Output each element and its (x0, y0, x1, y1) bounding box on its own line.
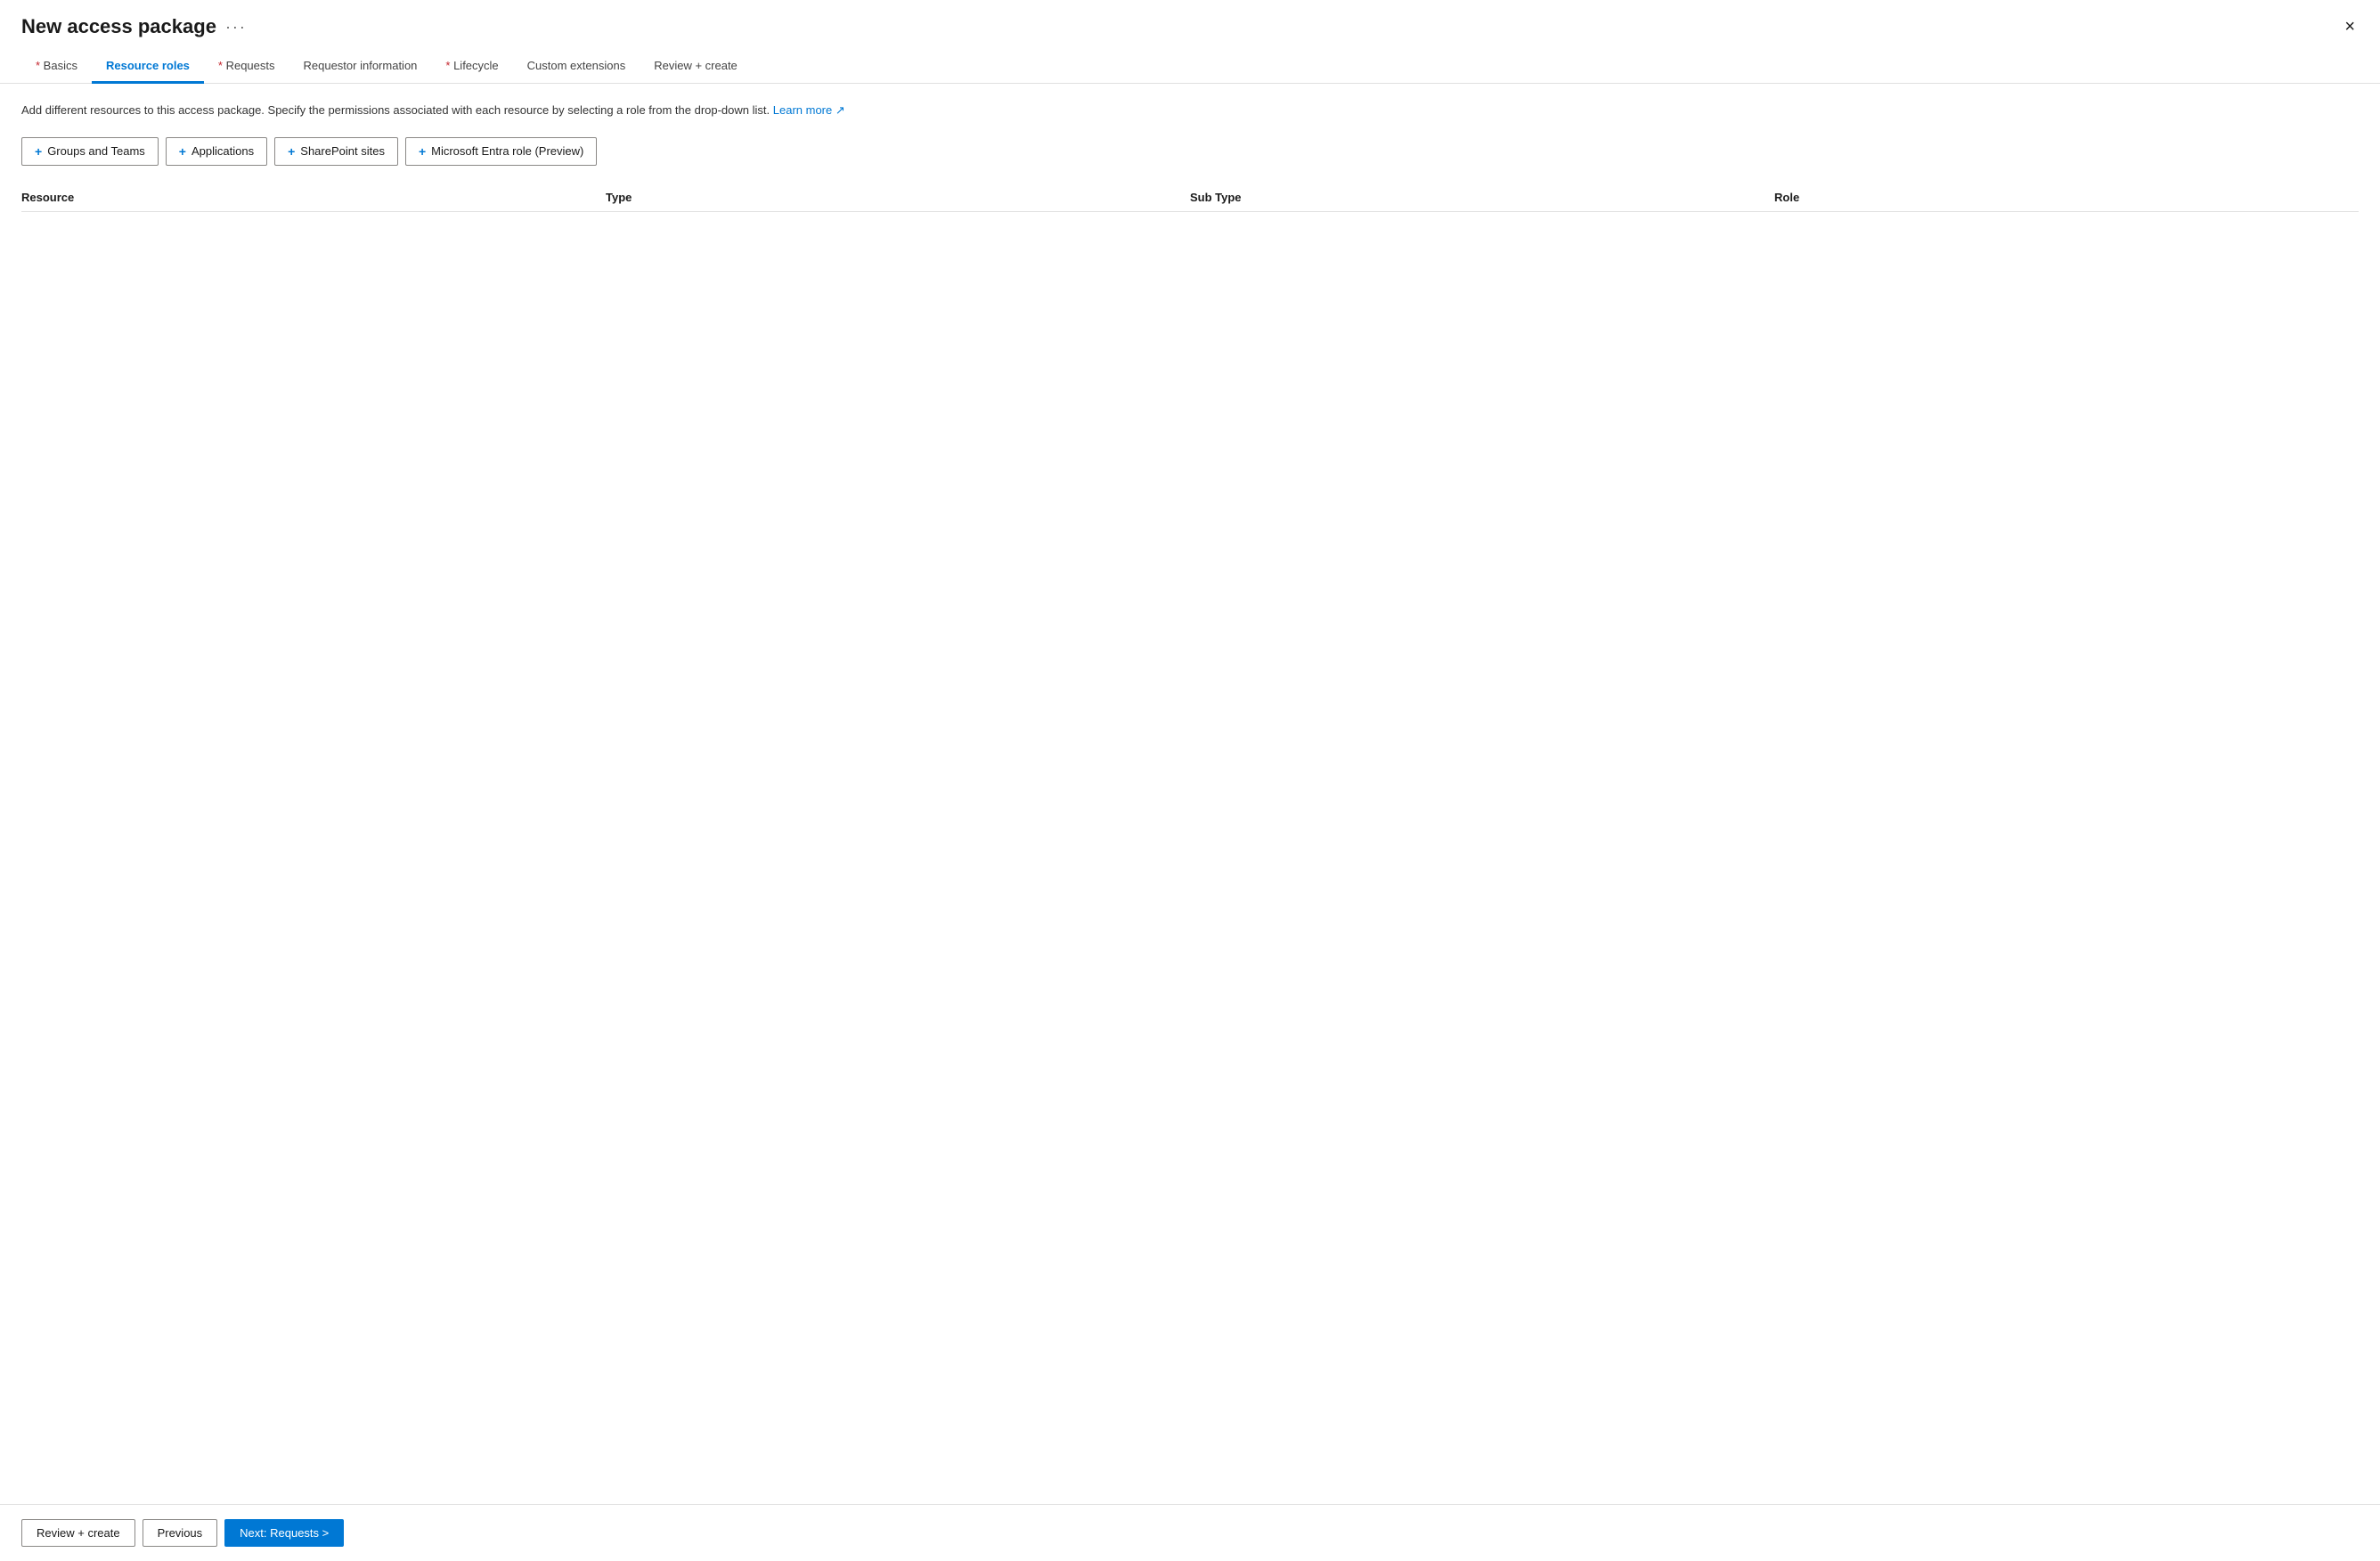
action-buttons: + Groups and Teams + Applications + Shar… (21, 137, 2359, 166)
add-sharepoint-sites-button[interactable]: + SharePoint sites (274, 137, 398, 166)
page-title: New access package (21, 15, 216, 38)
more-options-button[interactable]: ··· (225, 18, 247, 37)
previous-button[interactable]: Previous (143, 1519, 218, 1547)
description-text: Add different resources to this access p… (21, 102, 2359, 119)
tab-resource-roles[interactable]: Resource roles (92, 50, 204, 84)
add-applications-button[interactable]: + Applications (166, 137, 267, 166)
tab-requests[interactable]: * Requests (204, 50, 289, 84)
tab-requestor-information[interactable]: Requestor information (289, 50, 432, 84)
review-create-button[interactable]: Review + create (21, 1519, 135, 1547)
tab-custom-extensions[interactable]: Custom extensions (513, 50, 640, 84)
footer: Review + create Previous Next: Requests … (0, 1504, 2380, 1561)
table-body (21, 212, 2359, 568)
required-indicator-lifecycle: * (445, 59, 453, 72)
learn-more-link[interactable]: Learn more ↗ (773, 103, 845, 117)
header-left: New access package ··· (21, 15, 247, 38)
table-header: Resource Type Sub Type Role (21, 184, 2359, 212)
column-role: Role (1774, 191, 2359, 204)
header: New access package ··· × (0, 0, 2380, 50)
content-area: Add different resources to this access p… (0, 84, 2380, 1504)
add-groups-and-teams-button[interactable]: + Groups and Teams (21, 137, 159, 166)
tab-basics[interactable]: * Basics (21, 50, 92, 84)
column-sub-type: Sub Type (1190, 191, 1774, 204)
close-button[interactable]: × (2341, 14, 2359, 39)
required-indicator: * (36, 59, 44, 72)
resource-roles-table: Resource Type Sub Type Role (21, 184, 2359, 568)
page-container: New access package ··· × * Basics Resour… (0, 0, 2380, 1561)
plus-icon-4: + (419, 144, 426, 159)
nav-tabs: * Basics Resource roles * Requests Reque… (0, 50, 2380, 84)
add-microsoft-entra-role-button[interactable]: + Microsoft Entra role (Preview) (405, 137, 597, 166)
required-indicator-requests: * (218, 59, 226, 72)
external-link-icon: ↗ (835, 103, 845, 117)
column-resource: Resource (21, 191, 606, 204)
column-type: Type (606, 191, 1190, 204)
tab-lifecycle[interactable]: * Lifecycle (431, 50, 512, 84)
plus-icon: + (35, 144, 42, 159)
tab-review-create[interactable]: Review + create (640, 50, 752, 84)
next-requests-button[interactable]: Next: Requests > (224, 1519, 344, 1547)
plus-icon-3: + (288, 144, 295, 159)
plus-icon-2: + (179, 144, 186, 159)
